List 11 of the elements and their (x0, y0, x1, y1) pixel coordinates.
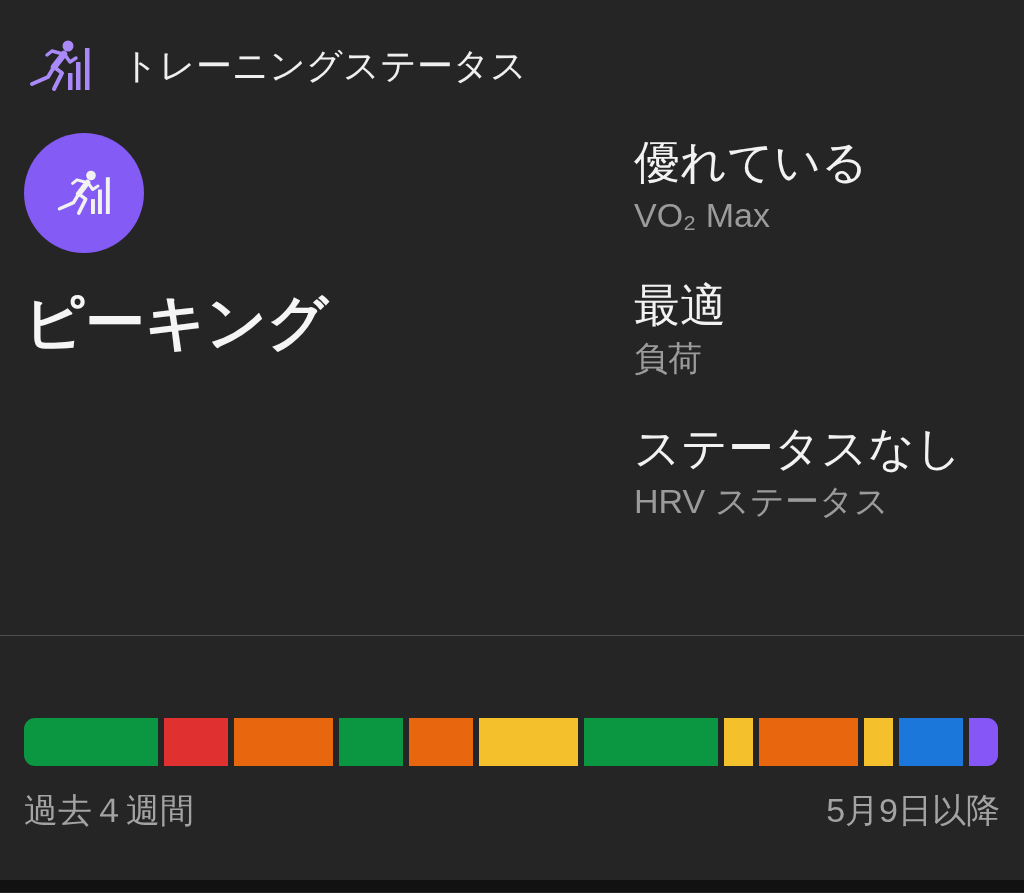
status-label: ピーキング (24, 288, 328, 358)
card-title: トレーニングステータス (122, 44, 527, 88)
metric-value: 最適 (634, 278, 726, 332)
period-label: 過去４週間 (24, 790, 194, 830)
date-label: 5月9日以降 (826, 790, 1000, 830)
metric-label: 負荷 (634, 338, 702, 378)
runner-bars-icon (28, 40, 92, 92)
metric-value: ステータスなし (634, 421, 962, 475)
metric-label: HRV ステータス (634, 481, 889, 521)
metric-value: 優れている (634, 135, 868, 189)
metric-label: VO₂ Max (634, 195, 770, 235)
